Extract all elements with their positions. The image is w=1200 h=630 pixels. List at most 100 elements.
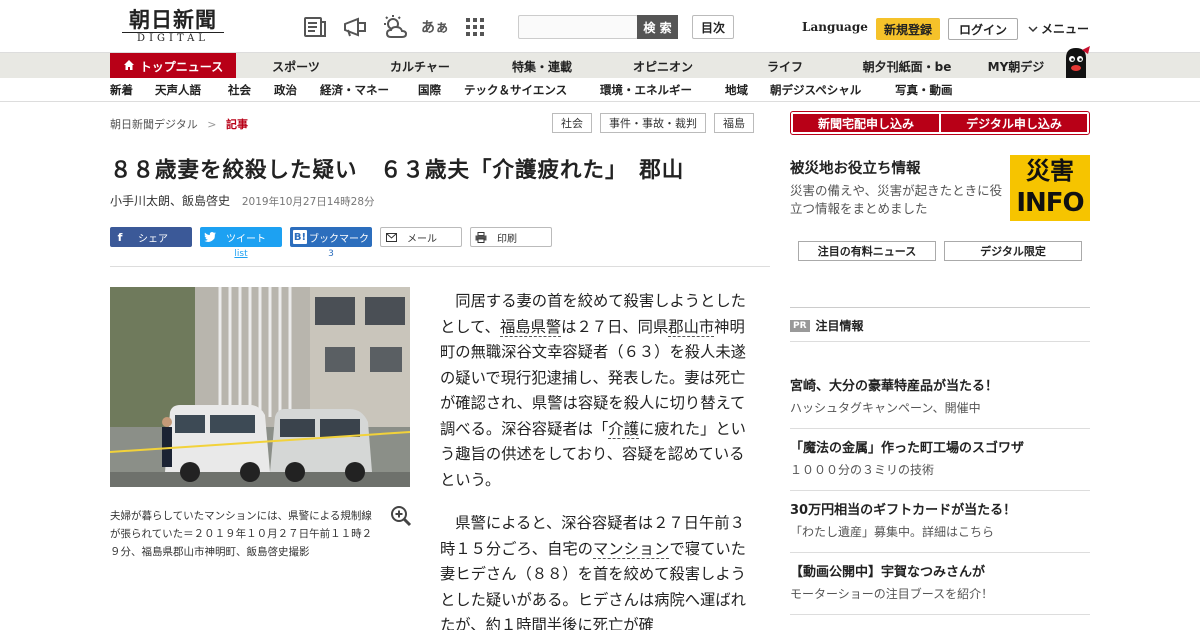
print-button[interactable]: 印刷 (470, 227, 552, 247)
facebook-share-label: シェア (138, 233, 168, 245)
hatena-bookmark-label: ブックマーク (309, 233, 369, 245)
article-authors: 小手川太朗、飯島啓史 (110, 194, 231, 208)
pr-item-title: 30万円相当のギフトカードが当たる！ (790, 503, 1017, 518)
divider (790, 552, 1090, 553)
hatena-count: 3 (328, 249, 334, 259)
login-button[interactable]: ログイン (948, 18, 1018, 40)
megaphone-icon[interactable] (340, 14, 370, 40)
pr-item[interactable]: 「魔法の金属」作った町工場のスゴワザ １０００分の３ミリの技術 (790, 440, 1090, 479)
subnav-item-environment[interactable]: 環境・エネルギー (600, 78, 692, 102)
pr-item-desc: 「わたし遺産」募集中。詳細はこちら (790, 525, 995, 539)
font-size-label: あぁ (421, 20, 449, 36)
tag-society[interactable]: 社会 (552, 113, 592, 133)
logo-sub: DIGITAL (137, 33, 209, 44)
newspaper-icon[interactable] (300, 14, 330, 40)
weather-icon[interactable] (380, 14, 410, 40)
pr-section-title: 注目情報 (815, 319, 864, 333)
tag-fukushima[interactable]: 福島 (714, 113, 754, 133)
link-mansion[interactable]: マンション (592, 539, 670, 559)
nav-item-sports[interactable]: スポーツ (240, 53, 352, 79)
article-photo[interactable] (110, 287, 410, 487)
byline: 小手川太朗、飯島啓史 2019年10月27日14時28分 (110, 192, 375, 209)
search-button[interactable]: 検 索 (637, 15, 678, 39)
divider (790, 614, 1090, 615)
pr-item[interactable]: 宮崎、大分の豪華特産品が当たる！ ハッシュタグキャンペーン、開催中 (790, 378, 1090, 417)
nav-item-paper[interactable]: 朝夕刊紙面・be (848, 53, 966, 79)
register-button[interactable]: 新規登録 (876, 18, 940, 40)
article-paragraph: 県警によると、深谷容疑者は２７日午前３時１５分ごろ、自宅のマンションで寝ていた妻… (440, 511, 750, 630)
photo-caption: 夫婦が暮らしていたマンションには、県警による規制線が張られていた＝２０１９年１０… (110, 510, 373, 558)
pr-badge: PR (790, 319, 810, 332)
sub-nav: 新着 天声人語 社会 政治 経済・マネー 国際 テック＆サイエンス 環境・エネル… (0, 78, 1200, 102)
breadcrumb-current: 記事 (226, 118, 248, 131)
chevron-down-icon (1028, 22, 1038, 36)
subnav-item-tensei[interactable]: 天声人語 (155, 78, 201, 102)
pr-section-header: PR 注目情報 (790, 317, 864, 334)
mail-share-button[interactable]: メール (380, 227, 462, 247)
zoom-icon[interactable] (390, 505, 412, 527)
subnav-item-politics[interactable]: 政治 (274, 78, 297, 102)
article-paragraph: 同居する妻の首を絞めて殺害しようとしたとして、福島県警は２７日、同県郡山市神明町… (440, 289, 750, 493)
pr-item-desc: モーターショーの注目ブースを紹介！ (790, 587, 994, 601)
paid-news-button[interactable]: 注目の有料ニュース (798, 241, 936, 261)
nav-item-features[interactable]: 特集・連載 (484, 53, 600, 79)
search-input[interactable] (518, 15, 638, 39)
breadcrumb: 朝日新聞デジタル > 記事 (110, 116, 248, 132)
banner-bottom-text: INFO (1016, 188, 1084, 218)
facebook-icon: f (117, 230, 123, 244)
facebook-share-button[interactable]: f シェア (110, 227, 192, 247)
printer-icon (471, 227, 491, 247)
subnav-item-society[interactable]: 社会 (228, 78, 251, 102)
nav-item-culture[interactable]: カルチャー (362, 53, 478, 79)
nav-top-news[interactable]: トップニュース (110, 53, 236, 79)
twitter-share-button[interactable]: ツイート (200, 227, 282, 247)
subscribe-digital-button[interactable]: デジタル申し込み (941, 114, 1087, 132)
link-kaigo[interactable]: 介護 (608, 419, 639, 439)
divider (790, 307, 1090, 308)
print-label: 印刷 (497, 233, 517, 245)
language-link[interactable]: Language (802, 20, 868, 34)
main-nav: トップニュース スポーツ カルチャー 特集・連載 オピニオン ライフ 朝夕刊紙面… (0, 52, 1200, 79)
logo-main: 朝日新聞 (129, 7, 217, 32)
digital-only-button[interactable]: デジタル限定 (944, 241, 1082, 261)
site-logo[interactable]: 朝日新聞 DIGITAL (118, 8, 228, 46)
subnav-item-photo[interactable]: 写真・動画 (895, 78, 953, 102)
subnav-item-region[interactable]: 地域 (725, 78, 748, 102)
subnav-item-tech[interactable]: テック＆サイエンス (464, 78, 567, 102)
pr-item[interactable]: 30万円相当のギフトカードが当たる！ 「わたし遺産」募集中。詳細はこちら (790, 502, 1090, 541)
subnav-item-new[interactable]: 新着 (110, 78, 133, 102)
disaster-info-banner[interactable]: 災害 INFO (1010, 155, 1090, 221)
twitter-list-link[interactable]: list (200, 249, 282, 259)
article-tags: 社会 事件・事故・裁判 福島 (552, 113, 754, 133)
nav-item-opinion[interactable]: オピニオン (605, 53, 721, 79)
hatena-bookmark-button[interactable]: B! ブックマーク (290, 227, 372, 247)
divider (110, 266, 770, 267)
subscribe-home-button[interactable]: 新聞宅配申し込み (793, 114, 939, 132)
subnav-item-economy[interactable]: 経済・マネー (320, 78, 389, 102)
article-datetime: 2019年10月27日14時28分 (241, 196, 375, 208)
link-fukushima-police[interactable]: 福島県警 (499, 317, 562, 337)
breadcrumb-home[interactable]: 朝日新聞デジタル (110, 118, 198, 131)
twitter-share-label: ツイート (226, 233, 266, 245)
twitter-icon (200, 227, 220, 247)
nav-item-life[interactable]: ライフ (727, 53, 843, 79)
pr-item-desc: １０００分の３ミリの技術 (790, 463, 935, 477)
font-size-icon[interactable]: あぁ (420, 14, 450, 40)
nav-item-my[interactable]: MY朝デジ (972, 53, 1060, 79)
pr-item[interactable]: 【動画公開中】宇賀なつみさんが モーターショーの注目ブースを紹介！ (790, 564, 1090, 603)
contents-button[interactable]: 目次 (692, 15, 734, 39)
subscribe-buttons: 新聞宅配申し込み デジタル申し込み (790, 111, 1090, 135)
home-icon (123, 59, 135, 74)
menu-button[interactable]: メニュー (1028, 20, 1089, 37)
apps-grid-icon[interactable] (460, 14, 490, 40)
page: 朝日新聞 DIGITAL あぁ 検 索 目次 Language 新規登録 ログイ… (0, 0, 1200, 630)
link-koriyama[interactable]: 郡山市 (668, 317, 715, 337)
pr-item-title: 「魔法の金属」作った町工場のスゴワザ (790, 441, 1025, 456)
subnav-item-international[interactable]: 国際 (418, 78, 441, 102)
tag-incident[interactable]: 事件・事故・裁判 (600, 113, 706, 133)
article-body: 同居する妻の首を絞めて殺害しようとしたとして、福島県警は２７日、同県郡山市神明町… (440, 289, 750, 630)
subnav-item-special[interactable]: 朝デジスペシャル (770, 78, 861, 102)
divider (790, 490, 1090, 491)
disaster-info-title[interactable]: 被災地お役立ち情報 (790, 157, 921, 178)
mascot-icon[interactable] (1058, 44, 1092, 78)
